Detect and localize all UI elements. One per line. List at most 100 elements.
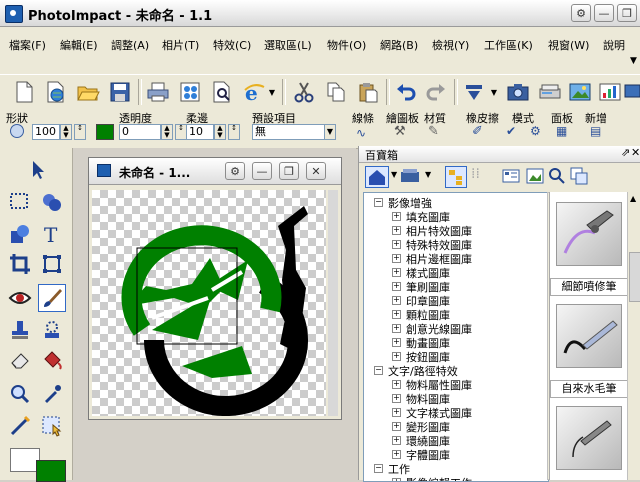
- standard-selection-icon[interactable]: [6, 188, 34, 216]
- stamp-pattern-icon[interactable]: [38, 316, 66, 344]
- document-window[interactable]: 未命名 - 1... ⚙ — ❐ ✕: [88, 157, 342, 420]
- eraser-icon[interactable]: ✐: [472, 124, 483, 139]
- eraser-tool-icon[interactable]: [6, 346, 34, 374]
- new-file-icon[interactable]: [10, 78, 38, 106]
- menu-edit[interactable]: 編輯(E): [60, 37, 98, 53]
- tree-expand-icon[interactable]: +: [392, 450, 401, 459]
- menu-effect[interactable]: 特效(C): [213, 37, 251, 53]
- transform-tool-icon[interactable]: [38, 250, 66, 278]
- tree-expand-icon[interactable]: +: [392, 394, 401, 403]
- copy-icon[interactable]: [322, 78, 350, 106]
- brush-size-input[interactable]: 100: [32, 124, 60, 140]
- browser-dropdown-icon[interactable]: ▼: [266, 78, 278, 106]
- detail-view-icon[interactable]: [501, 166, 523, 188]
- menu-overflow-icon[interactable]: ▼: [630, 56, 637, 66]
- brush-shape-round-icon[interactable]: [10, 124, 24, 138]
- crop-dropdown-icon[interactable]: ▼: [488, 78, 500, 106]
- tree-expand-icon[interactable]: +: [392, 324, 401, 333]
- open-folder-icon[interactable]: [74, 78, 102, 106]
- opacity-spinner[interactable]: ▲ ▼: [161, 124, 173, 140]
- gallery-scrollbar[interactable]: ▲: [627, 192, 640, 480]
- menu-adjust[interactable]: 調整(A): [111, 37, 149, 53]
- home-dropdown-icon[interactable]: ▼: [391, 170, 397, 179]
- line-pen-tool-icon[interactable]: [6, 412, 34, 440]
- tree-expand-icon[interactable]: +: [392, 436, 401, 445]
- restore-button[interactable]: ❐: [617, 4, 637, 22]
- copy-gallery-icon[interactable]: [569, 166, 591, 188]
- tree-expand-icon[interactable]: +: [392, 226, 401, 235]
- menu-selection[interactable]: 選取區(L): [264, 37, 312, 53]
- soft-edge-spinner[interactable]: ▲ ▼: [214, 124, 226, 140]
- gallery-thumbnail-airbrush[interactable]: [556, 202, 622, 266]
- gallery-scroll-thumb[interactable]: [629, 252, 640, 302]
- document-scrollbar[interactable]: [328, 190, 338, 416]
- menu-photo[interactable]: 相片(T): [162, 37, 199, 53]
- tree-expand-icon[interactable]: +: [392, 352, 401, 361]
- monitor-icon[interactable]: [624, 78, 640, 106]
- tree-expand-icon[interactable]: +: [392, 408, 401, 417]
- brush-size-slider-button[interactable]: ↕: [74, 124, 86, 140]
- paint-brush-tool-icon[interactable]: [38, 284, 66, 312]
- panel-close-icon[interactable]: ✕: [631, 146, 640, 159]
- scanner-icon[interactable]: [536, 78, 564, 106]
- menu-web[interactable]: 網路(B): [380, 37, 418, 53]
- redo-icon[interactable]: [422, 78, 450, 106]
- tree-expand-icon[interactable]: +: [392, 254, 401, 263]
- opacity-input[interactable]: 0: [119, 124, 161, 140]
- brush-size-spinner[interactable]: ▲ ▼: [60, 124, 72, 140]
- library-dropdown-icon[interactable]: ▼: [425, 170, 431, 179]
- zoom-magnifier-icon[interactable]: [6, 380, 34, 408]
- gallery-tree[interactable]: 影像增強 − 填充圖庫 + 相片特效圖庫 + 特殊特效圖庫 + 相片邊框圖庫 + 樣式圖庫 + 筆刷圖庫…: [363, 192, 549, 482]
- material-icon[interactable]: ✎: [428, 124, 439, 139]
- fill-bucket-icon[interactable]: [38, 346, 66, 374]
- preset-dropdown-icon[interactable]: ▼: [324, 124, 336, 140]
- soft-edge-slider-button[interactable]: ↕: [228, 124, 240, 140]
- soft-edge-input[interactable]: 10: [186, 124, 214, 140]
- tree-collapse-icon[interactable]: −: [374, 464, 383, 473]
- menu-help[interactable]: 說明: [603, 37, 625, 53]
- minimize-button[interactable]: —: [594, 4, 614, 22]
- red-eye-tool-icon[interactable]: [6, 284, 34, 312]
- tree-item[interactable]: 影像編輯工作: [406, 475, 472, 481]
- thumbnail-size-icon[interactable]: ⁞⁞: [471, 166, 493, 188]
- image-view-icon[interactable]: [525, 166, 547, 188]
- camera-icon[interactable]: [504, 78, 532, 106]
- menu-view[interactable]: 檢視(Y): [432, 37, 469, 53]
- save-disk-icon[interactable]: [106, 78, 134, 106]
- line-tool-icon[interactable]: ∿: [356, 126, 366, 140]
- menu-window[interactable]: 視窗(W): [548, 37, 589, 53]
- text-tool-icon[interactable]: T: [38, 220, 66, 248]
- new-web-page-icon[interactable]: [42, 78, 70, 106]
- path-drawing-icon[interactable]: [6, 220, 34, 248]
- paint-board-icon[interactable]: ⚒: [394, 124, 406, 139]
- background-color-swatch[interactable]: [36, 460, 66, 482]
- menu-workspace[interactable]: 工作區(K): [484, 37, 533, 53]
- tree-collapse-icon[interactable]: −: [374, 366, 383, 375]
- crop-selection-icon[interactable]: [460, 78, 488, 106]
- tree-expand-icon[interactable]: +: [392, 422, 401, 431]
- home-gallery-icon[interactable]: [365, 166, 389, 188]
- search-magnifier-icon[interactable]: [547, 166, 569, 188]
- document-minimize-button[interactable]: —: [252, 162, 272, 180]
- pick-tool-arrow-icon[interactable]: [24, 156, 52, 184]
- brush-color-swatch[interactable]: [96, 124, 114, 140]
- new-preset-icon[interactable]: ▤: [590, 124, 601, 138]
- tree-expand-icon[interactable]: +: [392, 338, 401, 347]
- clone-stamp-icon[interactable]: [6, 316, 34, 344]
- document-icon[interactable]: [97, 164, 111, 177]
- tree-expand-icon[interactable]: +: [392, 380, 401, 389]
- document-restore-button[interactable]: ❐: [279, 162, 299, 180]
- chart-report-icon[interactable]: [596, 78, 624, 106]
- print-preview-icon[interactable]: [208, 78, 236, 106]
- panel-dock-icon[interactable]: ⇗: [621, 146, 630, 159]
- gallery-scroll-up-icon[interactable]: ▲: [630, 194, 640, 204]
- image-canvas[interactable]: [92, 190, 326, 416]
- help-gear-icon[interactable]: ⚙: [571, 4, 591, 22]
- gallery-thumbnail-waterbrush[interactable]: [556, 304, 622, 368]
- eyedropper-icon[interactable]: [38, 380, 66, 408]
- document-title-bar[interactable]: 未命名 - 1... ⚙ — ❐ ✕: [89, 158, 341, 185]
- document-gear-icon[interactable]: ⚙: [225, 162, 245, 180]
- menu-object[interactable]: 物件(O): [327, 37, 366, 53]
- paste-icon[interactable]: [354, 78, 382, 106]
- undo-icon[interactable]: [392, 78, 420, 106]
